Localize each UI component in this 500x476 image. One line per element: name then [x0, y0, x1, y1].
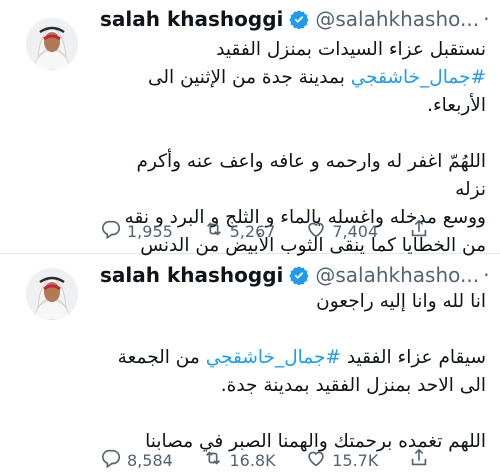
author-name[interactable]: salah khashoggi — [100, 7, 283, 31]
tweet-text-fragment: بمدينة جدة من الإثنين الى — [148, 67, 351, 88]
tweet-actions: 1,955 5,267 7,404 — [100, 217, 430, 245]
reply-icon — [100, 218, 122, 244]
avatar-image — [26, 268, 78, 320]
avatar[interactable] — [26, 18, 78, 70]
share-button[interactable] — [408, 447, 430, 473]
hashtag-link[interactable]: #جمال_خاشقجي — [351, 67, 486, 88]
tweet-header: salah khashoggi @salahkhasho... · 8h — [100, 6, 490, 32]
hashtag-link[interactable]: #جمال_خاشقجي — [206, 347, 341, 368]
heart-icon — [305, 447, 327, 473]
share-icon — [408, 218, 430, 244]
avatar-image — [26, 18, 78, 70]
like-button[interactable]: 15.7K — [305, 447, 378, 473]
share-icon — [408, 447, 430, 473]
retweet-count: 5,267 — [229, 221, 276, 241]
verified-badge-icon — [289, 265, 310, 286]
tweet-line: انا لله وانا إليه راجعون — [316, 291, 486, 312]
like-button[interactable]: 7,404 — [305, 218, 378, 244]
separator-dot: · — [483, 263, 490, 287]
retweet-count: 16.8K — [229, 450, 276, 470]
retweet-icon — [203, 218, 225, 244]
tweet-text: انا لله وانا إليه راجعون سيقام عزاء الفق… — [100, 288, 486, 456]
author-handle[interactable]: @salahkhasho... — [315, 263, 479, 287]
author-handle[interactable]: @salahkhasho... — [315, 7, 479, 31]
tweet-2[interactable]: salah khashoggi @salahkhasho... · 8h انا… — [0, 254, 500, 476]
reply-count: 1,955 — [127, 221, 173, 241]
retweet-icon — [202, 447, 224, 473]
tweet-line: نستقبل عزاء السيدات بمنزل الفقيد — [216, 39, 486, 60]
tweet-line: الى الاحد بمنزل الفقيد بمدينة جدة. — [220, 375, 486, 396]
reply-button[interactable]: 8,584 — [100, 447, 173, 473]
share-button[interactable] — [408, 218, 430, 244]
retweet-button[interactable]: 5,267 — [203, 218, 276, 244]
tweet-text-fragment: من الجمعة — [117, 347, 206, 368]
reply-count: 8,584 — [127, 450, 173, 470]
tweet-actions: 8,584 16.8K 15.7K — [100, 446, 430, 474]
separator-dot: · — [483, 7, 490, 31]
reply-button[interactable]: 1,955 — [100, 218, 173, 244]
avatar[interactable] — [26, 268, 78, 320]
reply-icon — [100, 447, 122, 473]
retweet-button[interactable]: 16.8K — [202, 447, 276, 473]
tweet-line: سيقام عزاء الفقيد #جمال_خاشقجي من الجمعة — [100, 344, 486, 372]
tweet-line: #جمال_خاشقجي بمدينة جدة من الإثنين الى — [100, 64, 486, 92]
author-name[interactable]: salah khashoggi — [100, 263, 283, 287]
like-count: 7,404 — [332, 221, 379, 241]
tweet-line: اللهُمّ اغفر له وارحمه و عافه واعف عنه و… — [136, 151, 487, 200]
tweet-text-fragment: سيقام عزاء الفقيد — [340, 347, 486, 368]
heart-icon — [305, 218, 327, 244]
tweet-header: salah khashoggi @salahkhasho... · 8h — [100, 262, 490, 288]
like-count: 15.7K — [332, 450, 379, 470]
verified-badge-icon — [289, 9, 310, 30]
tweet-line: الأربعاء. — [427, 95, 486, 116]
tweet-1[interactable]: salah khashoggi @salahkhasho... · 8h نست… — [0, 0, 500, 256]
